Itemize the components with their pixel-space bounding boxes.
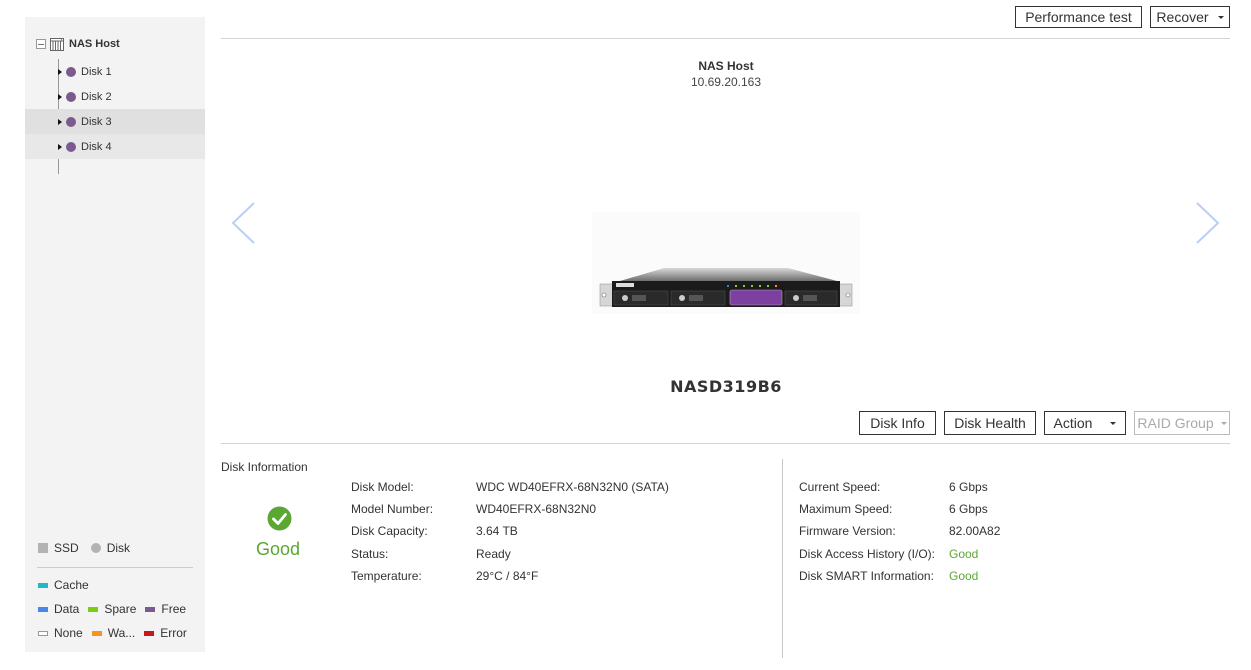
- legend-roles-row-2: Data Spare Free: [38, 602, 195, 616]
- raid-group-label: RAID Group: [1137, 415, 1214, 431]
- check-circle-icon: [267, 506, 292, 531]
- host-name: NAS Host: [698, 59, 754, 73]
- actions-divider: [221, 443, 1230, 444]
- next-arrow-icon[interactable]: [1193, 200, 1223, 246]
- action-label: Action: [1053, 415, 1093, 431]
- tree-root-nas-host[interactable]: NAS Host: [36, 36, 120, 52]
- raid-group-dropdown-button: RAID Group: [1134, 411, 1230, 435]
- info-value: 3.64 TB: [476, 524, 518, 538]
- legend-label: Spare: [104, 602, 137, 616]
- disk-circle-icon: [90, 543, 101, 553]
- disk-information-title: Disk Information: [221, 460, 308, 474]
- warning-color-icon: [91, 630, 102, 636]
- data-color-icon: [38, 606, 48, 612]
- info-label: Disk Access History (I/O):: [799, 547, 936, 561]
- performance-test-button[interactable]: Performance test: [1015, 6, 1142, 28]
- legend-roles-row-1: Cache: [38, 578, 98, 592]
- tree-item-disk-4[interactable]: Disk 4: [25, 134, 205, 159]
- column-divider: [782, 459, 783, 658]
- expand-arrow-icon[interactable]: [58, 118, 62, 125]
- spare-color-icon: [88, 606, 99, 612]
- tree-root-label: NAS Host: [69, 38, 120, 50]
- info-label: Firmware Version:: [799, 524, 896, 538]
- health-status-text: Good: [255, 539, 301, 559]
- info-label: Status:: [351, 547, 389, 561]
- info-value: 6 Gbps: [949, 502, 988, 516]
- sidebar: NAS Host Disk 1 Disk 2 Disk 3 Disk 4 SSD…: [25, 17, 205, 652]
- error-color-icon: [144, 630, 155, 636]
- disk-free-icon: [66, 66, 76, 77]
- previous-arrow-icon[interactable]: [228, 200, 258, 246]
- info-label: Temperature:: [351, 569, 422, 583]
- legend-label: None: [54, 626, 83, 640]
- expand-arrow-icon[interactable]: [58, 93, 62, 100]
- nas-device-image: [592, 212, 860, 314]
- legend-label: Wa...: [107, 626, 136, 640]
- legend-roles-row-3: None Wa... Error: [38, 626, 196, 640]
- info-label: Current Speed:: [799, 480, 881, 494]
- tree-item-label: Disk 4: [81, 140, 112, 153]
- nas-rack-icon: [50, 37, 64, 51]
- legend-label: Free: [161, 602, 187, 616]
- disk-info-button[interactable]: Disk Info: [859, 411, 936, 435]
- legend-label: Disk: [106, 541, 131, 555]
- info-label: Disk Capacity:: [351, 524, 428, 538]
- expand-arrow-icon[interactable]: [58, 68, 62, 75]
- legend-divider: [37, 567, 193, 568]
- tree-item-label: Disk 3: [81, 115, 112, 128]
- info-value: Ready: [476, 547, 511, 561]
- info-label: Disk Model:: [351, 480, 414, 494]
- none-color-icon: [38, 630, 48, 636]
- collapse-icon[interactable]: [36, 39, 46, 49]
- host-ip: 10.69.20.163: [690, 75, 762, 89]
- recover-dropdown-button[interactable]: Recover: [1150, 6, 1230, 28]
- info-value: WDC WD40EFRX-68N32N0 (SATA): [476, 480, 669, 494]
- legend-types: SSD Disk: [38, 541, 139, 555]
- info-label: Disk SMART Information:: [799, 569, 934, 583]
- info-value: 6 Gbps: [949, 480, 988, 494]
- tree-item-disk-3[interactable]: Disk 3: [25, 109, 205, 134]
- disk-free-icon: [66, 141, 76, 152]
- disk-free-icon: [66, 91, 76, 102]
- tree-item-label: Disk 1: [81, 65, 112, 78]
- tree-item-disk-1[interactable]: Disk 1: [25, 59, 205, 84]
- disk-health-button[interactable]: Disk Health: [944, 411, 1036, 435]
- expand-arrow-icon[interactable]: [58, 143, 62, 150]
- tree-item-label: Disk 2: [81, 90, 112, 103]
- info-label: Model Number:: [351, 502, 434, 516]
- legend-label: Error: [160, 626, 187, 640]
- top-divider: [221, 38, 1230, 39]
- legend-label: Cache: [54, 578, 89, 592]
- cache-color-icon: [38, 582, 48, 588]
- free-color-icon: [145, 606, 156, 612]
- smart-information-status: Good: [949, 569, 979, 583]
- tree-item-disk-2[interactable]: Disk 2: [25, 84, 205, 109]
- recover-label: Recover: [1156, 9, 1209, 25]
- info-value: 29°C / 84°F: [476, 569, 539, 583]
- ssd-square-icon: [38, 543, 48, 553]
- access-history-status: Good: [949, 547, 979, 561]
- action-dropdown-button[interactable]: Action: [1044, 411, 1126, 435]
- info-label: Maximum Speed:: [799, 502, 893, 516]
- info-value: WD40EFRX-68N32N0: [476, 502, 597, 516]
- info-value: 82.00A82: [949, 524, 1001, 538]
- legend-label: SSD: [54, 541, 79, 555]
- chevron-down-icon: [1217, 15, 1224, 19]
- chevron-down-icon: [1220, 421, 1227, 425]
- chevron-down-icon: [1110, 421, 1117, 425]
- device-model-name: NASD319B6: [670, 377, 782, 396]
- disk-free-icon: [66, 116, 76, 127]
- legend-label: Data: [54, 602, 80, 616]
